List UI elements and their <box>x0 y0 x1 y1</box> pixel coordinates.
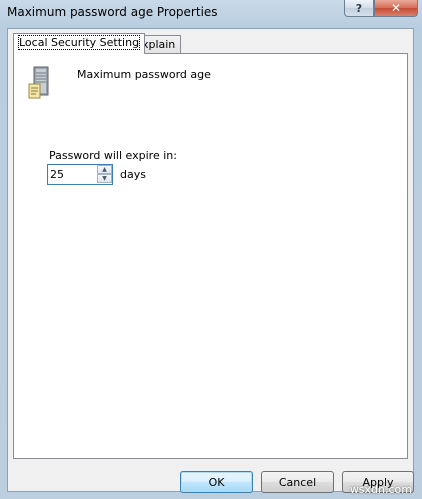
window-title: Maximum password age Properties <box>7 5 218 19</box>
spin-up-button[interactable]: ▲ <box>97 165 112 174</box>
chevron-down-icon: ▼ <box>102 174 107 182</box>
apply-button[interactable]: Apply <box>342 471 414 493</box>
tab-local-security-setting[interactable]: Local Security Setting <box>13 33 146 54</box>
help-icon: ? <box>355 1 363 15</box>
close-button[interactable]: ✕ <box>374 0 418 17</box>
tab-label: Local Security Setting <box>17 35 141 50</box>
cancel-button[interactable]: Cancel <box>261 471 334 493</box>
chevron-up-icon: ▲ <box>102 165 107 173</box>
spin-down-button[interactable]: ▼ <box>97 174 112 183</box>
server-policy-icon <box>28 66 49 99</box>
ok-button[interactable]: OK <box>180 471 253 493</box>
tab-panel: Maximum password age Password will expir… <box>13 53 408 459</box>
properties-dialog: Maximum password age Properties ? ✕ Loca… <box>0 0 422 499</box>
policy-name: Maximum password age <box>77 68 211 81</box>
dialog-client-area: Local Security Setting Explain Maximum p… <box>7 28 414 493</box>
password-age-stepper: ▲ ▼ <box>47 164 113 185</box>
expire-label: Password will expire in: <box>49 149 177 162</box>
units-label: days <box>120 168 146 181</box>
password-age-input[interactable] <box>48 165 98 184</box>
title-bar[interactable]: Maximum password age Properties ? ✕ <box>0 0 422 26</box>
help-button[interactable]: ? <box>344 0 374 17</box>
close-icon: ✕ <box>390 1 402 15</box>
